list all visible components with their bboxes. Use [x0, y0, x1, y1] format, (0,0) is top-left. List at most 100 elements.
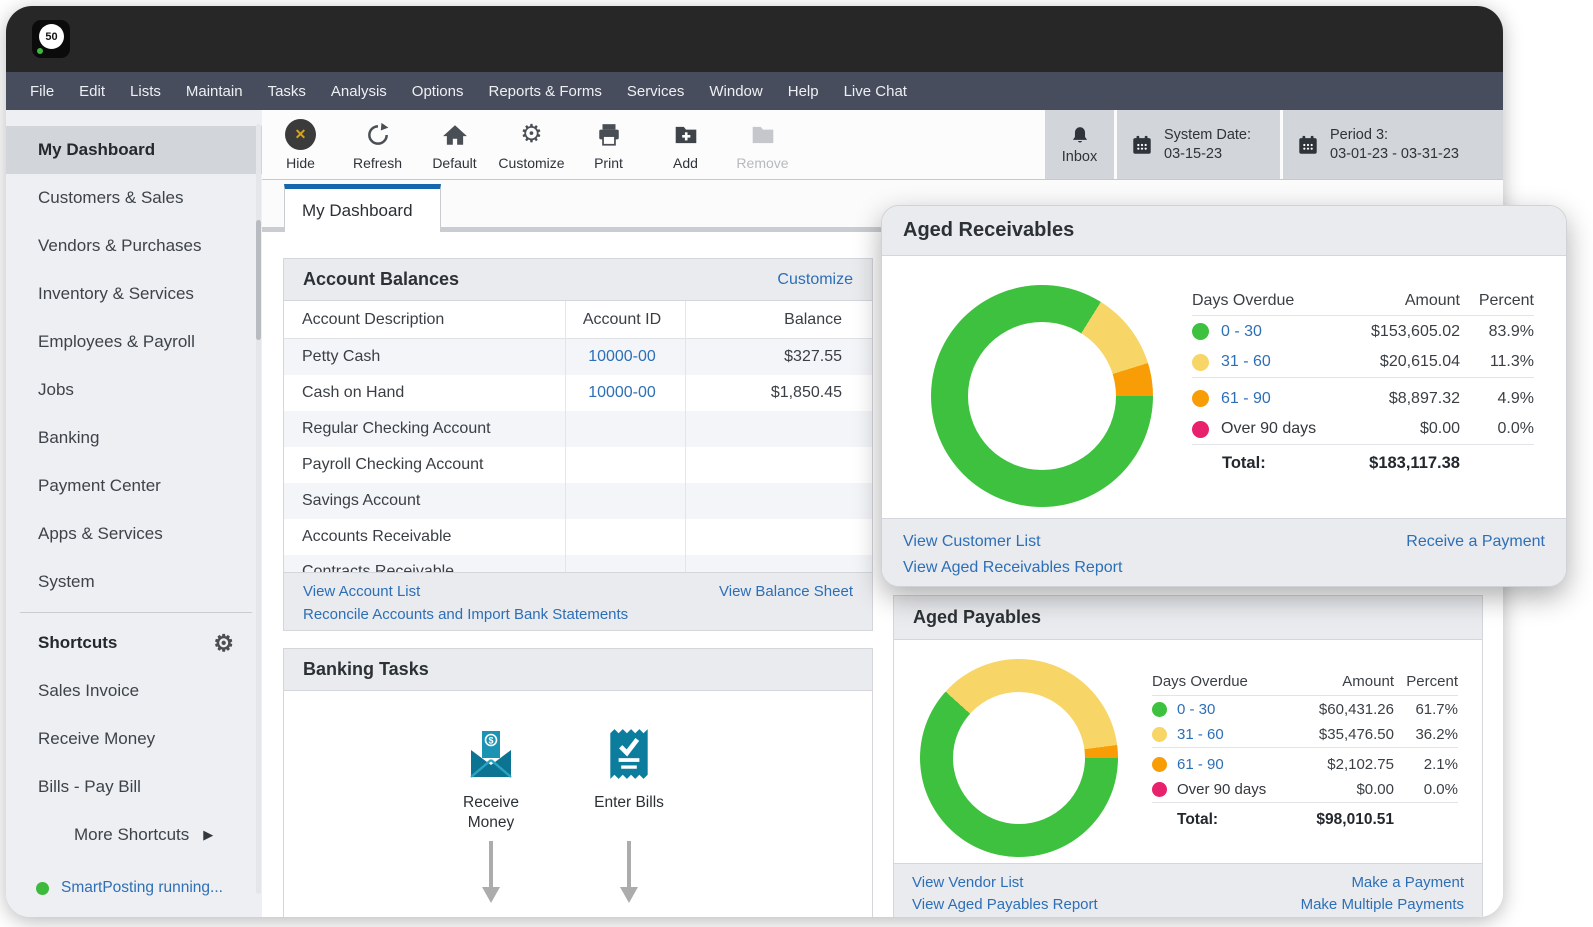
aged-row-over-90: Over 90 days $0.00 0.0%: [1152, 777, 1458, 803]
folder-remove-icon: [750, 119, 776, 151]
aged-row-0-30: 0 - 30 $153,605.02 83.9%: [1192, 316, 1534, 347]
refresh-button[interactable]: Refresh: [339, 110, 416, 179]
aged-receivables-total-row: Total: $183,117.38: [1222, 454, 1460, 472]
aged-payables-panel: Aged Payables Days Overdue Amount Percen…: [893, 595, 1483, 917]
sidebar-item-my-dashboard[interactable]: My Dashboard: [6, 126, 262, 174]
sidebar-item-jobs[interactable]: Jobs: [6, 366, 262, 414]
menu-edit[interactable]: Edit: [79, 83, 105, 100]
view-balance-sheet-link[interactable]: View Balance Sheet: [719, 580, 853, 603]
sidebar-item-employees-payroll[interactable]: Employees & Payroll: [6, 318, 262, 366]
menu-options[interactable]: Options: [412, 83, 464, 100]
sidebar-more-shortcuts[interactable]: More Shortcuts ▶: [6, 811, 262, 859]
reconcile-accounts-link[interactable]: Reconcile Accounts and Import Bank State…: [303, 603, 628, 626]
menu-window[interactable]: Window: [709, 83, 762, 100]
sidebar-shortcut-receive-money[interactable]: Receive Money: [6, 715, 262, 763]
view-vendor-list-link[interactable]: View Vendor List: [912, 872, 1023, 894]
logo-status-dot: [37, 48, 43, 54]
aged-row-31-60: 31 - 60 $20,615.04 11.3%: [1192, 347, 1534, 378]
dashboard-toolbar: ✕ Hide Refresh Default ⚙ Customize Print…: [262, 110, 1503, 180]
inbox-button[interactable]: Inbox: [1042, 110, 1114, 179]
view-aged-payables-report-link[interactable]: View Aged Payables Report: [912, 894, 1098, 916]
customize-link[interactable]: Customize: [777, 271, 853, 289]
receive-a-payment-link[interactable]: Receive a Payment: [1406, 529, 1545, 555]
menu-maintain[interactable]: Maintain: [186, 83, 243, 100]
sidebar-item-banking[interactable]: Banking: [6, 414, 262, 462]
more-shortcuts-arrow-icon: ▶: [203, 827, 214, 842]
period-button[interactable]: Period 3: 03-01-23 - 03-31-23: [1280, 110, 1503, 179]
menu-live-chat[interactable]: Live Chat: [844, 83, 907, 100]
menu-help[interactable]: Help: [788, 83, 819, 100]
bell-icon: [1069, 125, 1091, 147]
make-a-payment-link[interactable]: Make a Payment: [1351, 872, 1464, 894]
sidebar-scrollbar[interactable]: [256, 124, 261, 894]
shortcuts-gear-icon[interactable]: ⚙: [213, 631, 234, 655]
aged-receivables-footer: View Customer List Receive a Payment Vie…: [882, 518, 1566, 586]
sidebar-item-apps-services[interactable]: Apps & Services: [6, 510, 262, 558]
aged-bucket-link[interactable]: 0 - 30: [1221, 323, 1262, 341]
column-account-description: Account Description: [302, 310, 445, 328]
sidebar-item-inventory-services[interactable]: Inventory & Services: [6, 270, 262, 318]
folder-add-icon: [673, 119, 699, 151]
aged-table-header: Days Overdue Amount Percent: [1152, 668, 1458, 696]
printer-icon: [596, 119, 622, 151]
sidebar-item-system[interactable]: System: [6, 558, 262, 606]
donut-hole: [968, 322, 1116, 470]
account-id-link[interactable]: 10000-00: [588, 384, 656, 401]
table-row: Petty Cash 10000-00 $327.55: [284, 339, 872, 375]
aged-payables-total-row: Total: $98,010.51: [1177, 811, 1394, 828]
account-balances-header: Account Balances Customize: [284, 259, 872, 301]
legend-dot: [1152, 727, 1167, 742]
account-balances-panel: Account Balances Customize Account Descr…: [283, 258, 873, 631]
smartposting-status[interactable]: SmartPosting running...: [36, 879, 223, 897]
screenshot-canvas: 50 File Edit Lists Maintain Tasks Analys…: [0, 0, 1593, 927]
calendar-icon: [1131, 134, 1153, 156]
aged-row-0-30: 0 - 30 $60,431.26 61.7%: [1152, 696, 1458, 722]
receive-money-task[interactable]: $ Receive Money: [431, 729, 551, 833]
aged-bucket-link[interactable]: 61 - 90: [1177, 756, 1224, 773]
view-aged-receivables-report-link[interactable]: View Aged Receivables Report: [903, 555, 1122, 581]
aged-row-61-90: 61 - 90 $8,897.32 4.9%: [1192, 383, 1534, 414]
sidebar-nav: My Dashboard Customers & Sales Vendors &…: [6, 110, 262, 917]
banking-tasks-header: Banking Tasks: [284, 649, 872, 691]
hide-button[interactable]: ✕ Hide: [262, 110, 339, 179]
system-date-value: 03-15-23: [1164, 145, 1223, 162]
aged-bucket-link[interactable]: 31 - 60: [1177, 726, 1224, 743]
account-balances-column-header: Account Description Account ID Balance: [284, 301, 872, 339]
enter-bills-task[interactable]: Enter Bills: [569, 727, 689, 813]
menu-lists[interactable]: Lists: [130, 83, 161, 100]
menu-reports-forms[interactable]: Reports & Forms: [488, 83, 601, 100]
tab-my-dashboard[interactable]: My Dashboard: [284, 184, 441, 232]
customize-button[interactable]: ⚙ Customize: [493, 110, 570, 179]
view-account-list-link[interactable]: View Account List: [303, 580, 420, 603]
sidebar-shortcut-sales-invoice[interactable]: Sales Invoice: [6, 667, 262, 715]
legend-dot: [1192, 420, 1209, 438]
make-multiple-payments-link[interactable]: Make Multiple Payments: [1301, 894, 1464, 916]
aged-payables-header: Aged Payables: [894, 596, 1482, 640]
enter-bills-label: Enter Bills: [594, 794, 664, 811]
sidebar-item-vendors-purchases[interactable]: Vendors & Purchases: [6, 222, 262, 270]
aged-bucket-link[interactable]: 0 - 30: [1177, 701, 1215, 718]
sidebar-item-customers-sales[interactable]: Customers & Sales: [6, 174, 262, 222]
menu-services[interactable]: Services: [627, 83, 685, 100]
smartposting-status-text: SmartPosting running...: [61, 879, 223, 896]
system-date-button[interactable]: System Date: 03-15-23: [1114, 110, 1280, 179]
table-row: Regular Checking Account: [284, 411, 872, 447]
sidebar-item-payment-center[interactable]: Payment Center: [6, 462, 262, 510]
default-button[interactable]: Default: [416, 110, 493, 179]
sage50-logo-badge: 50: [39, 24, 64, 49]
legend-dot: [1152, 782, 1167, 797]
aged-bucket-link[interactable]: 31 - 60: [1221, 353, 1271, 371]
menu-file[interactable]: File: [30, 83, 54, 100]
aged-bucket-link[interactable]: 61 - 90: [1221, 390, 1271, 408]
add-button[interactable]: Add: [647, 110, 724, 179]
account-balances-footer: View Account List View Balance Sheet Rec…: [284, 572, 872, 630]
view-customer-list-link[interactable]: View Customer List: [903, 529, 1041, 555]
enter-bills-icon: [606, 727, 652, 781]
menu-tasks[interactable]: Tasks: [268, 83, 306, 100]
print-button[interactable]: Print: [570, 110, 647, 179]
account-id-link[interactable]: 10000-00: [588, 348, 656, 365]
sidebar-shortcut-bills-pay-bill[interactable]: Bills - Pay Bill: [6, 763, 262, 811]
menu-analysis[interactable]: Analysis: [331, 83, 387, 100]
sidebar-scrollbar-thumb[interactable]: [256, 220, 261, 340]
aged-receivables-table: Days Overdue Amount Percent 0 - 30 $153,…: [1192, 286, 1534, 482]
